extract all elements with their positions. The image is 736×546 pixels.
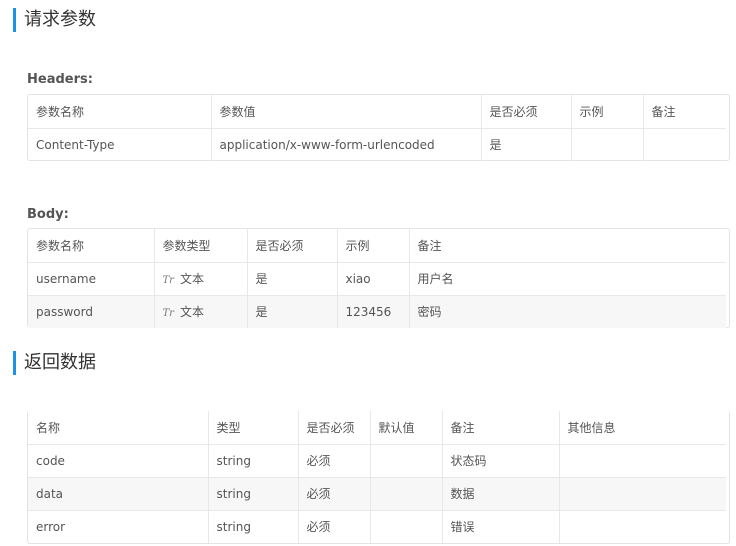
cell-note: 数据 xyxy=(441,477,559,511)
cell-type: string xyxy=(207,510,298,543)
cell-required: 是 xyxy=(246,262,337,296)
cell-note: 用户名 xyxy=(408,262,726,296)
body-label: Body: xyxy=(27,207,69,222)
request-params-title: 请求参数 xyxy=(13,8,96,32)
cell-param-type: Tr 文本 xyxy=(153,262,247,296)
col-required: 是否必须 xyxy=(246,229,337,263)
headers-table: 参数名称 参数值 是否必须 示例 备注 Content-Type applica… xyxy=(28,95,726,161)
cell-example: xiao xyxy=(336,262,409,296)
cell-note xyxy=(642,128,726,161)
cell-example: 123456 xyxy=(336,295,409,328)
response-table: 名称 类型 是否必须 默认值 备注 其他信息 code string 必须 状态… xyxy=(28,411,726,543)
cell-default xyxy=(369,510,442,543)
cell-other-info xyxy=(558,510,726,543)
cell-example xyxy=(570,128,643,161)
body-table-header: 参数名称 参数类型 是否必须 示例 备注 xyxy=(28,229,726,263)
cell-name: code xyxy=(28,444,208,478)
col-param-value: 参数值 xyxy=(210,95,481,129)
headers-table-header: 参数名称 参数值 是否必须 示例 备注 xyxy=(28,95,726,129)
col-param-type: 参数类型 xyxy=(153,229,247,263)
col-note: 备注 xyxy=(642,95,726,129)
headers-label: Headers: xyxy=(27,72,93,87)
body-table: 参数名称 参数类型 是否必须 示例 备注 username Tr 文本 是 xia… xyxy=(28,229,726,328)
cell-required: 必须 xyxy=(297,477,370,511)
cell-other-info xyxy=(558,477,726,511)
response-table-header: 名称 类型 是否必须 默认值 备注 其他信息 xyxy=(28,411,726,445)
col-note: 备注 xyxy=(441,411,559,445)
col-default: 默认值 xyxy=(369,411,442,445)
col-name: 名称 xyxy=(28,411,208,445)
col-param-name: 参数名称 xyxy=(28,229,154,263)
col-example: 示例 xyxy=(336,229,409,263)
col-param-name: 参数名称 xyxy=(28,95,211,129)
cell-param-type: Tr 文本 xyxy=(153,295,247,328)
cell-note: 状态码 xyxy=(441,444,559,478)
col-note: 备注 xyxy=(408,229,726,263)
type-label: 文本 xyxy=(179,272,204,286)
cell-param-name: username xyxy=(28,262,154,296)
text-type-icon: Tr xyxy=(162,308,174,320)
cell-param-name: Content-Type xyxy=(36,137,115,152)
cell-name: data xyxy=(28,477,208,511)
cell-param-name: password xyxy=(28,295,154,328)
cell-required: 是 xyxy=(246,295,337,328)
cell-type: string xyxy=(207,444,298,478)
cell-required: 必须 xyxy=(297,510,370,543)
col-type: 类型 xyxy=(207,411,298,445)
cell-note: 密码 xyxy=(408,295,726,328)
col-required: 是否必须 xyxy=(480,95,571,129)
cell-note: 错误 xyxy=(441,510,559,543)
cell-default xyxy=(369,444,442,478)
cell-other-info xyxy=(558,444,726,478)
cell-required: 是 xyxy=(480,128,571,161)
table-row: password Tr 文本 是 123456 密码 xyxy=(28,295,726,328)
table-row: username Tr 文本 是 xiao 用户名 xyxy=(28,262,726,296)
cell-type: string xyxy=(207,477,298,511)
cell-param-value: application/x-www-form-urlencoded xyxy=(210,128,481,161)
cell-default xyxy=(369,477,442,511)
table-row: error string 必须 错误 xyxy=(28,510,726,543)
table-row: Content-Type application/x-www-form-urle… xyxy=(28,128,726,161)
type-label: 文本 xyxy=(179,305,204,320)
table-row: data string 必须 数据 xyxy=(28,477,726,511)
cell-name: error xyxy=(36,519,66,534)
table-row: code string 必须 状态码 xyxy=(28,444,726,478)
cell-required: 必须 xyxy=(297,444,370,478)
col-other-info: 其他信息 xyxy=(558,411,726,445)
response-data-title: 返回数据 xyxy=(13,351,96,375)
col-example: 示例 xyxy=(570,95,643,129)
text-type-icon: Tr xyxy=(162,275,174,286)
col-required: 是否必须 xyxy=(297,411,370,445)
